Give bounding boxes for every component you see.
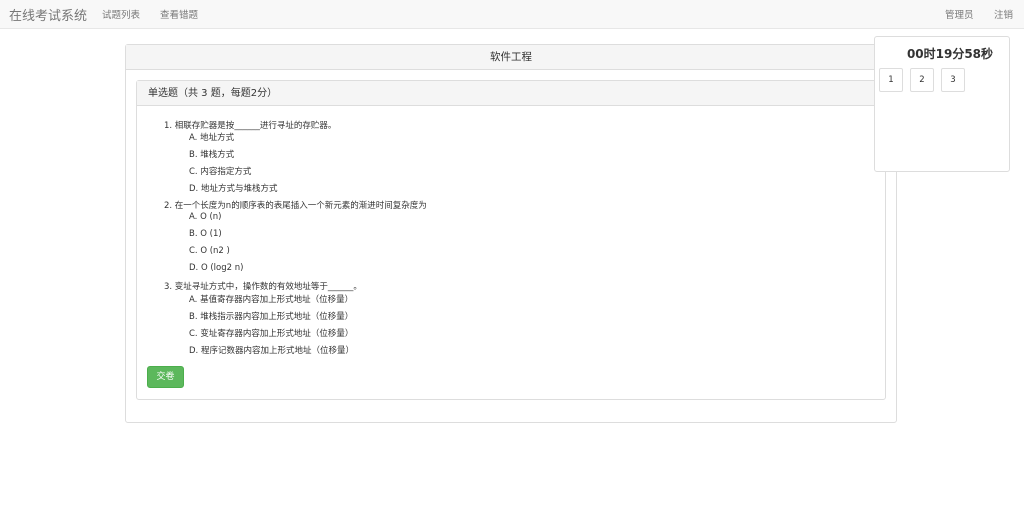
section-title: 单选题（共 3 题，每题2分） (137, 81, 885, 106)
question-nav-3[interactable]: 3 (941, 68, 965, 92)
q1-option-c[interactable]: C. 内容指定方式 (189, 165, 251, 177)
q2-option-c[interactable]: C. O (n2 ) (189, 246, 230, 256)
q1-option-a[interactable]: A. 地址方式 (189, 131, 234, 143)
q3-option-a[interactable]: A. 基值寄存器内容加上形式地址（位移量） (189, 293, 353, 305)
single-choice-section: 单选题（共 3 题，每题2分） 1. 相联存贮器是按______进行寻址的存贮器… (136, 80, 886, 400)
question-2: 2. 在一个长度为n的顺序表的表尾插入一个新元素的渐进时间复杂度为 (164, 201, 427, 211)
nav-question-list[interactable]: 试题列表 (102, 7, 140, 21)
q2-option-a[interactable]: A. O (n) (189, 212, 221, 222)
submit-exam-button[interactable]: 交卷 (147, 366, 184, 388)
countdown-timer: 00时19分58秒 (906, 47, 994, 61)
question-nav-1[interactable]: 1 (879, 68, 903, 92)
question-1: 1. 相联存贮器是按______进行寻址的存贮器。 (164, 121, 337, 131)
timer-panel: 00时19分58秒 1 2 3 (874, 36, 1010, 172)
q1-option-b[interactable]: B. 堆栈方式 (189, 148, 234, 160)
q3-option-c[interactable]: C. 变址寄存器内容加上形式地址（位移量） (189, 327, 353, 339)
q3-option-d[interactable]: D. 程序记数器内容加上形式地址（位移量） (189, 344, 354, 356)
exam-panel: 软件工程 单选题（共 3 题，每题2分） 1. 相联存贮器是按______进行寻… (125, 44, 897, 423)
brand-title[interactable]: 在线考试系统 (9, 5, 87, 24)
q2-option-b[interactable]: B. O (1) (189, 229, 222, 239)
q2-option-d[interactable]: D. O (log2 n) (189, 263, 243, 273)
nav-logout[interactable]: 注销 (994, 7, 1013, 21)
nav-admin[interactable]: 管理员 (945, 7, 974, 21)
top-navbar: 在线考试系统 试题列表 查看错题 管理员 注销 (0, 0, 1024, 29)
exam-title: 软件工程 (126, 45, 896, 70)
question-nav-2[interactable]: 2 (910, 68, 934, 92)
question-3: 3. 变址寻址方式中，操作数的有效地址等于______。 (164, 282, 362, 292)
q3-option-b[interactable]: B. 堆栈指示器内容加上形式地址（位移量） (189, 310, 353, 322)
nav-wrong-questions[interactable]: 查看错题 (160, 7, 198, 21)
q1-option-d[interactable]: D. 地址方式与堆栈方式 (189, 182, 277, 194)
